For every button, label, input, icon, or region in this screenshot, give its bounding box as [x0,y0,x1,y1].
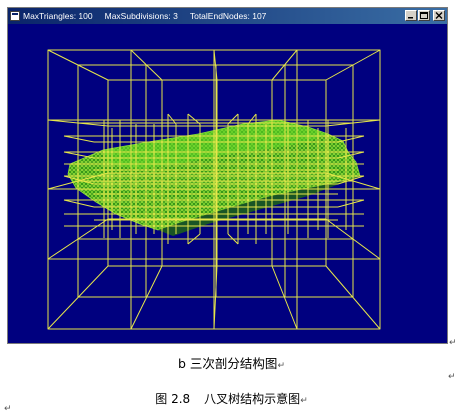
figure-number: 图 2.8 [155,392,191,406]
title-max-subdivisions: MaxSubdivisions: 3 [104,11,178,21]
window-controls [405,10,445,21]
figure-caption: 图 2.8 八叉树结构示意图↵ [0,390,463,407]
paragraph-mark-blank-line: ↵ [448,372,456,382]
paragraph-mark: ↵ [277,361,285,371]
figure-title: 八叉树结构示意图 [204,392,301,406]
minimize-icon [408,17,413,19]
close-button[interactable] [433,10,445,21]
paragraph-mark-left: ↵ [4,404,12,414]
maximize-button[interactable] [418,10,430,21]
window-titlebar[interactable]: MaxTriangles: 100 MaxSubdivisions: 3 Tot… [8,8,447,24]
title-total-end-nodes: TotalEndNodes: 107 [189,11,267,21]
app-icon [10,11,20,21]
octree-3d-viewport[interactable] [8,24,447,343]
title-max-triangles: MaxTriangles: 100 [23,11,93,21]
minimize-button[interactable] [405,10,417,21]
paragraph-mark-right: ↵ [449,338,457,348]
octree-demo-window: MaxTriangles: 100 MaxSubdivisions: 3 Tot… [7,7,448,344]
close-icon [435,12,443,19]
subfigure-caption-text: b 三次剖分结构图 [178,356,278,371]
maximize-icon [420,12,428,19]
paragraph-mark: ↵ [300,396,308,406]
subfigure-caption: b 三次剖分结构图↵ [0,353,463,372]
